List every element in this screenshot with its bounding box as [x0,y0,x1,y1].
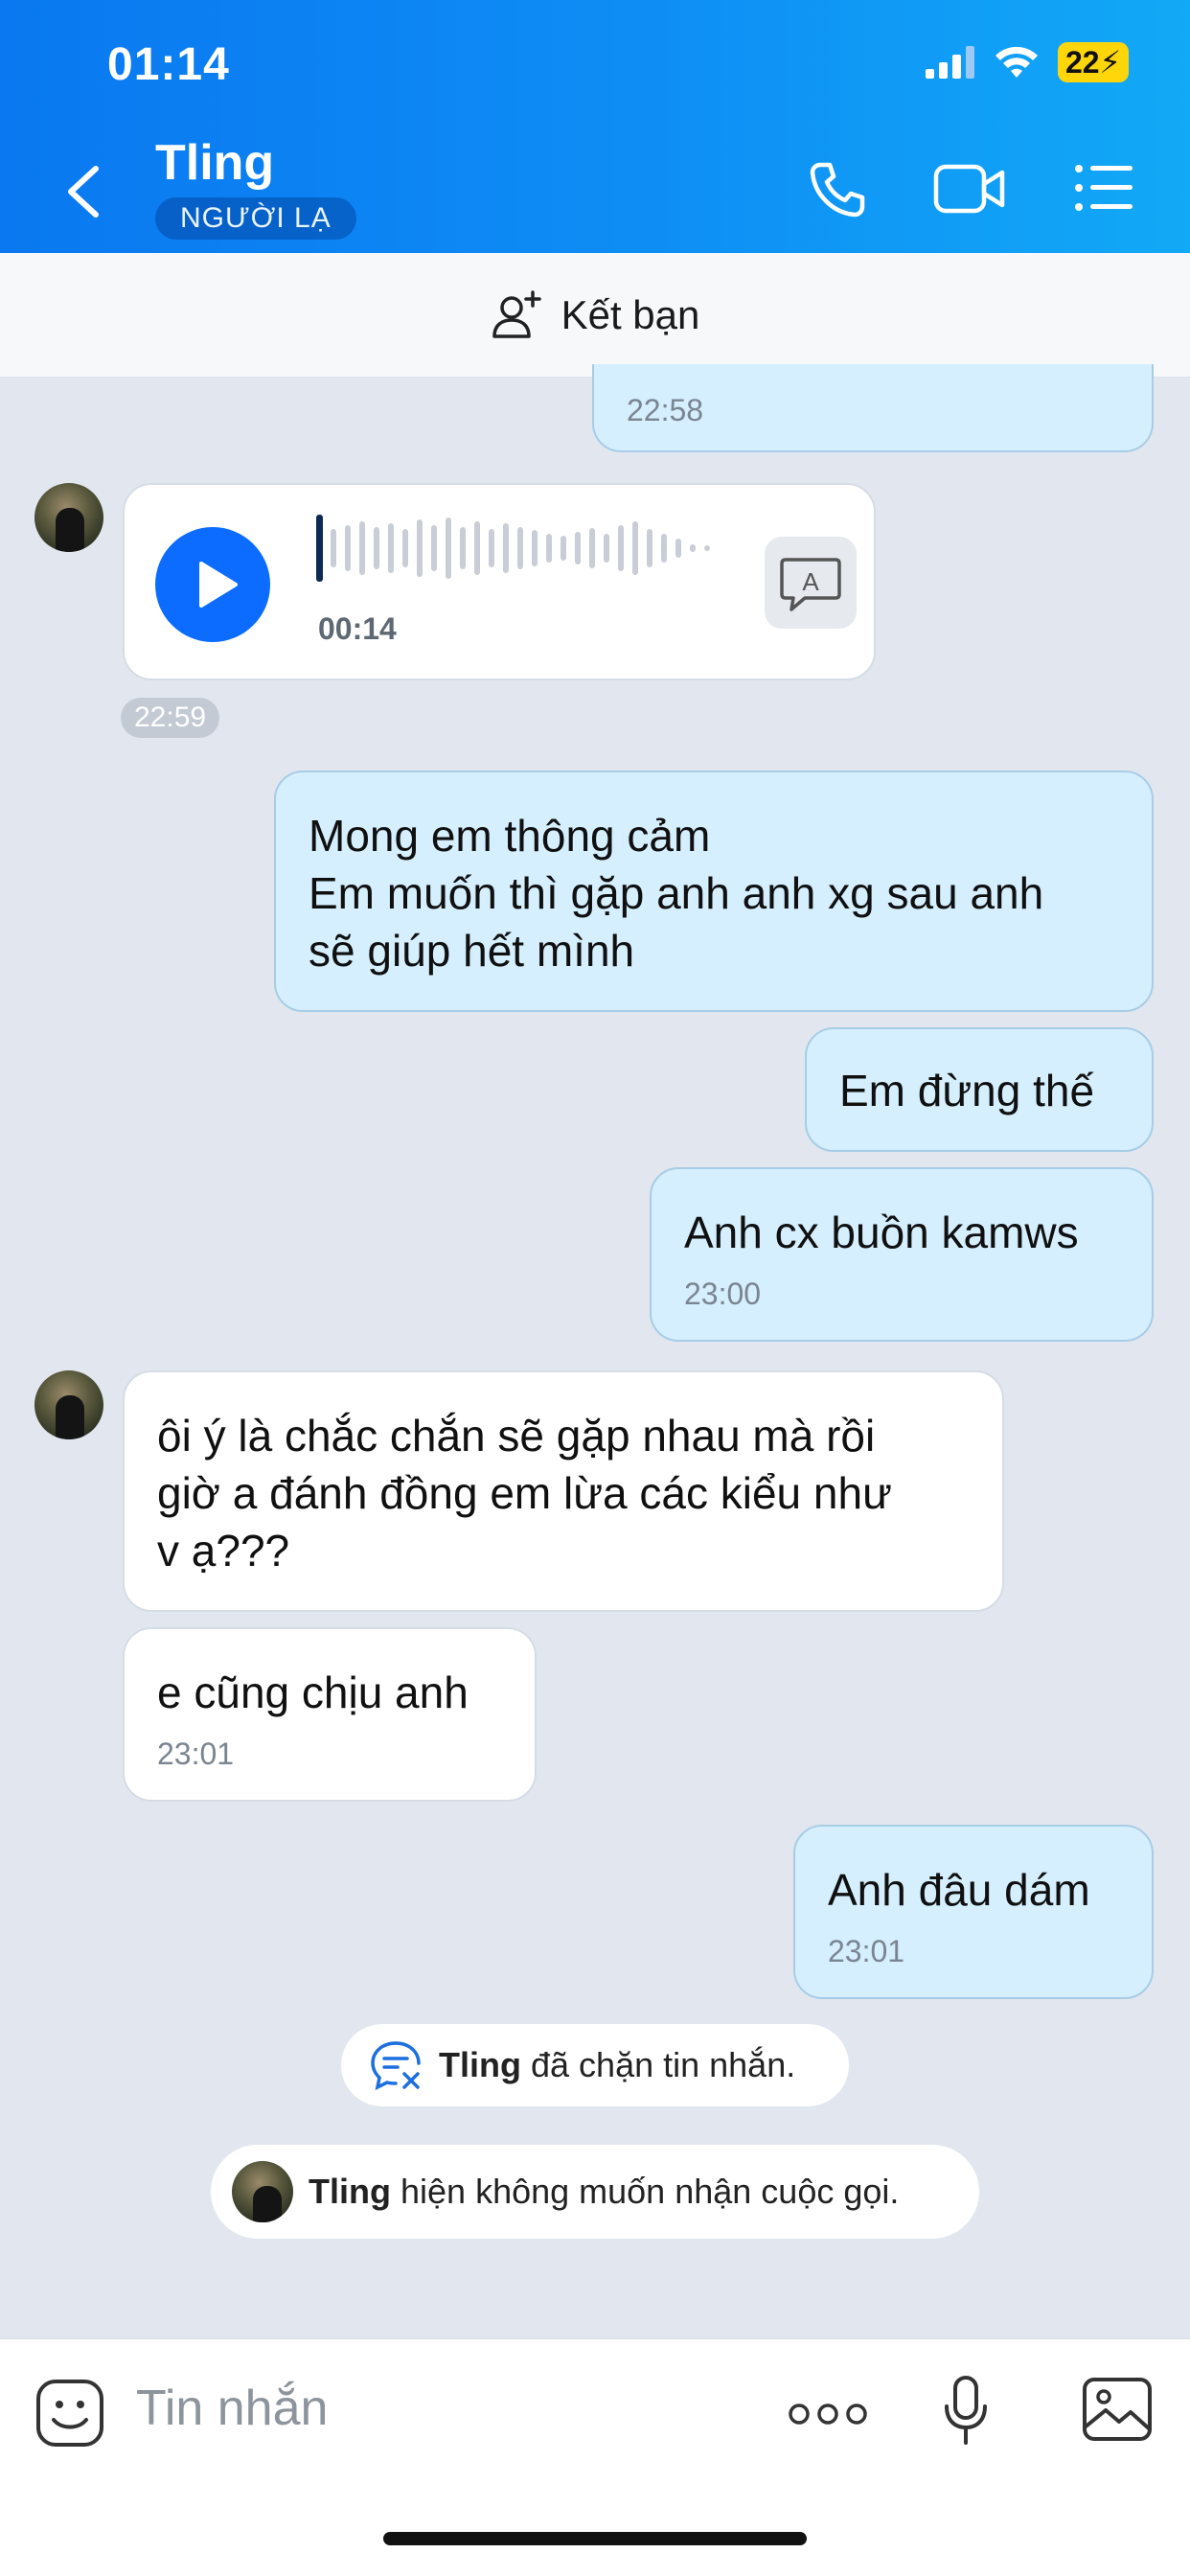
message-line: sẽ giúp hết mình [309,926,635,976]
play-button[interactable] [155,527,270,642]
add-friend-button[interactable]: Kết bạn [0,253,1190,378]
message-bubble-outgoing[interactable]: 22:58 [592,364,1154,452]
message-text: Anh cx buồn kamws [684,1208,1079,1257]
waveform-bar [503,523,509,573]
waveform-bar [618,525,624,571]
battery-level: 22 [1064,45,1100,80]
avatar[interactable] [34,1370,103,1439]
message-bubble-incoming[interactable]: e cũng chịu anh 23:01 [123,1627,537,1802]
chat-header: 01:14 22⚡ Tling NGƯỜI LẠ [0,0,1190,253]
waveform-bar [517,527,523,569]
blocked-notice: Tling đã chặn tin nhắn. [341,2024,849,2106]
wifi-icon [995,46,1038,78]
message-line: v ạ??? [157,1526,290,1576]
microphone-icon[interactable] [941,2374,991,2450]
notice-contact-name: Tling [309,2172,391,2211]
message-text: Em đừng thế [839,1066,1095,1116]
message-input[interactable]: Tin nhắn [136,2380,328,2437]
waveform-bar [704,545,710,551]
notice-message: hiện không muốn nhận cuộc gọi. [400,2172,900,2211]
voice-message-bubble[interactable]: 00:14 A [123,483,876,680]
signal-icon [925,46,974,79]
message-line: Mong em thông cảm [309,811,711,861]
message-time: 22:58 [627,393,704,427]
image-picker-icon[interactable] [1081,2376,1154,2443]
sticker-emoji-icon[interactable] [34,2378,105,2449]
stranger-badge: NGƯỜI LẠ [155,197,356,240]
voice-waveform [316,515,710,582]
waveform-bar [345,525,351,571]
waveform-bar [417,519,423,577]
phone-call-icon[interactable] [807,159,868,220]
transcribe-icon: A [780,558,841,611]
waveform-bar [316,515,323,582]
status-icons: 22⚡ [925,42,1129,82]
battery-indicator: 22⚡ [1057,42,1129,82]
contact-name[interactable]: Tling [155,134,274,192]
message-bubble-incoming[interactable]: ôi ý là chắc chắn sẽ gặp nhau mà rồi giờ… [123,1370,1004,1612]
no-calls-notice: Tling hiện không muốn nhận cuộc gọi. [211,2145,979,2239]
add-friend-label: Kết bạn [561,291,700,337]
waveform-bar [446,518,451,579]
no-calls-notice-text: Tling hiện không muốn nhận cuộc gọi. [309,2172,899,2212]
waveform-bar [589,528,595,568]
blocked-notice-text: Tling đã chặn tin nhắn. [439,2045,795,2085]
waveform-bar [632,521,638,575]
home-indicator [383,2532,807,2545]
menu-icon[interactable] [1073,159,1134,217]
message-line: ôi ý là chắc chắn sẽ gặp nhau mà rồi [157,1411,876,1460]
message-time: 23:00 [684,1276,762,1311]
waveform-bar [690,544,696,552]
message-time: 23:01 [828,1934,905,1968]
back-icon[interactable] [59,163,107,220]
waveform-bar [374,527,379,569]
message-text: e cũng chịu anh [157,1668,469,1717]
waveform-bar [661,534,667,563]
waveform-bar [474,521,480,575]
waveform-bar [647,529,652,567]
message-bubble-outgoing[interactable]: Anh đâu dám 23:01 [793,1825,1154,1999]
video-call-icon[interactable] [933,159,1006,217]
notice-contact-name: Tling [439,2045,521,2084]
waveform-bar [561,536,566,561]
avatar [232,2161,293,2222]
message-blocked-icon [371,2041,421,2091]
message-line: giờ a đánh đồng em lừa các kiểu như [157,1468,892,1518]
message-line: Em muốn thì gặp anh anh xg sau anh [309,868,1044,918]
waveform-bar [402,529,408,567]
voice-duration: 00:14 [318,611,397,646]
waveform-bar [546,534,552,563]
voice-message-time: 22:59 [121,698,220,738]
play-icon [199,562,238,608]
charging-icon: ⚡ [1099,45,1121,80]
waveform-bar [388,523,394,573]
waveform-bar [460,527,466,569]
message-time: 23:01 [157,1736,235,1771]
waveform-bar [604,534,609,563]
svg-text:A: A [802,567,819,596]
more-options-icon[interactable] [788,2401,868,2427]
notice-message: đã chặn tin nhắn. [531,2045,796,2084]
add-friend-icon [492,289,541,338]
message-bubble-outgoing[interactable]: Anh cx buồn kamws 23:00 [650,1167,1154,1342]
waveform-bar [532,530,538,566]
message-bubble-outgoing[interactable]: Mong em thông cảm Em muốn thì gặp anh an… [274,770,1154,1012]
waveform-bar [359,521,365,575]
waveform-bar [675,539,681,558]
message-text: Anh đâu dám [828,1865,1090,1915]
waveform-bar [431,525,437,571]
waveform-bar [489,529,494,567]
avatar[interactable] [34,483,103,552]
message-bubble-outgoing[interactable]: Em đừng thế [805,1027,1154,1152]
status-time: 01:14 [107,39,230,90]
transcribe-button[interactable]: A [765,537,857,629]
waveform-bar [331,529,336,567]
waveform-bar [575,532,581,564]
